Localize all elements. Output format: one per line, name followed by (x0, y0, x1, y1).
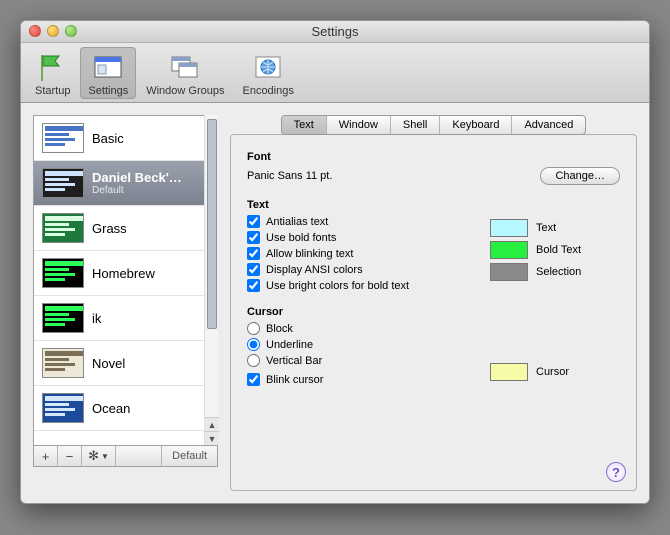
tab-keyboard[interactable]: Keyboard (440, 116, 512, 134)
window-title: Settings (312, 24, 359, 39)
profile-list[interactable]: Basic Daniel Beck'…Default Grass Homebrew ik… (33, 115, 204, 445)
toolbar-item-label: Settings (88, 85, 128, 97)
profile-subtitle: Default (92, 185, 182, 196)
radio-label: Underline (266, 339, 313, 351)
profile-actions-menu[interactable]: ✻▼ (82, 446, 116, 466)
checkbox-label: Display ANSI colors (266, 264, 363, 276)
profile-name: Basic (92, 131, 124, 146)
text-pane: Font Panic Sans 11 pt. Change… Text Anti… (230, 134, 637, 491)
bold-text-color-swatch[interactable] (490, 241, 528, 259)
use-bold-fonts-checkbox[interactable] (247, 231, 260, 244)
profile-thumbnail (42, 213, 84, 243)
cursor-underline-radio[interactable] (247, 338, 260, 351)
toolbar-settings[interactable]: Settings (80, 47, 136, 99)
swatch-label: Text (536, 222, 556, 234)
toolbar-item-label: Startup (35, 85, 70, 97)
profile-name: Grass (92, 221, 127, 236)
profile-thumbnail (42, 393, 84, 423)
profile-row[interactable]: Homebrew (34, 251, 204, 296)
text-color-swatch[interactable] (490, 219, 528, 237)
cursor-color-swatch[interactable] (490, 363, 528, 381)
close-icon[interactable] (29, 25, 41, 37)
profile-name: Ocean (92, 401, 130, 416)
cursor-vertical-bar-radio[interactable] (247, 354, 260, 367)
font-heading: Font (247, 151, 620, 163)
toolbar-startup[interactable]: Startup (27, 47, 78, 99)
radio-label: Block (266, 323, 293, 335)
settings-window: Settings Startup Settings Window Groups … (20, 20, 650, 504)
titlebar: Settings (21, 21, 649, 43)
scrollbar-thumb[interactable] (207, 119, 217, 329)
windows-icon (169, 51, 201, 83)
profile-name: ik (92, 311, 101, 326)
swatch-label: Bold Text (536, 244, 581, 256)
scroll-down-icon[interactable]: ▼ (205, 431, 219, 445)
profile-name: Novel (92, 356, 125, 371)
profile-row[interactable]: ik (34, 296, 204, 341)
add-profile-button[interactable]: + (34, 446, 58, 466)
profile-list-footer: + − ✻▼ Default (33, 445, 218, 467)
window-icon (92, 51, 124, 83)
profile-name: Homebrew (92, 266, 155, 281)
set-default-button[interactable]: Default (162, 446, 217, 466)
profile-thumbnail (42, 303, 84, 333)
antialias-text-checkbox[interactable] (247, 215, 260, 228)
settings-panel: TextWindowShellKeyboardAdvanced Font Pan… (230, 115, 637, 491)
profile-row[interactable]: Daniel Beck'…Default (34, 161, 204, 206)
chevron-down-icon: ▼ (101, 452, 109, 461)
selection-color-swatch[interactable] (490, 263, 528, 281)
profile-thumbnail (42, 168, 84, 198)
footer-spacer (116, 446, 162, 466)
checkbox-label: Use bold fonts (266, 232, 336, 244)
profile-row[interactable]: Novel (34, 341, 204, 386)
cursor-heading: Cursor (247, 306, 470, 318)
cursor-block-radio[interactable] (247, 322, 260, 335)
flag-icon (37, 51, 69, 83)
zoom-icon[interactable] (65, 25, 77, 37)
change-font-button[interactable]: Change… (540, 167, 620, 185)
tab-bar: TextWindowShellKeyboardAdvanced (230, 115, 637, 135)
body: BasicDaniel Beck'…DefaultGrassHomebrewik… (21, 103, 649, 503)
radio-label: Vertical Bar (266, 355, 322, 367)
tab-text[interactable]: Text (282, 116, 327, 134)
tab-window[interactable]: Window (327, 116, 391, 134)
toolbar: Startup Settings Window Groups Encodings (21, 43, 649, 103)
tab-shell[interactable]: Shell (391, 116, 440, 134)
font-value: Panic Sans 11 pt. (247, 170, 332, 182)
profile-row[interactable]: Basic (34, 116, 204, 161)
scroll-up-icon[interactable]: ▲ (205, 417, 219, 431)
toolbar-item-label: Window Groups (146, 85, 224, 97)
checkbox-label: Use bright colors for bold text (266, 280, 409, 292)
help-button[interactable]: ? (606, 462, 626, 482)
profile-row[interactable]: Grass (34, 206, 204, 251)
allow-blinking-text-checkbox[interactable] (247, 247, 260, 260)
blink-cursor-label: Blink cursor (266, 374, 323, 386)
text-heading: Text (247, 199, 470, 211)
globe-icon (252, 51, 284, 83)
remove-profile-button[interactable]: − (58, 446, 82, 466)
use-bright-colors-for-bold-text-checkbox[interactable] (247, 279, 260, 292)
display-ansi-colors-checkbox[interactable] (247, 263, 260, 276)
toolbar-encodings[interactable]: Encodings (234, 47, 301, 99)
profile-name: Daniel Beck'… (92, 170, 182, 185)
checkbox-label: Allow blinking text (266, 248, 353, 260)
profile-thumbnail (42, 348, 84, 378)
cursor-swatch-label: Cursor (536, 366, 569, 378)
profile-thumbnail (42, 123, 84, 153)
tab-advanced[interactable]: Advanced (512, 116, 585, 134)
scrollbar[interactable]: ▲ ▼ (204, 115, 218, 445)
swatch-label: Selection (536, 266, 581, 278)
blink-cursor-checkbox[interactable] (247, 373, 260, 386)
gear-icon: ✻ (88, 448, 99, 464)
sidebar: BasicDaniel Beck'…DefaultGrassHomebrewik… (33, 115, 218, 491)
minimize-icon[interactable] (47, 25, 59, 37)
toolbar-window-groups[interactable]: Window Groups (138, 47, 232, 99)
checkbox-label: Antialias text (266, 216, 328, 228)
toolbar-item-label: Encodings (242, 85, 293, 97)
profile-row[interactable]: Ocean (34, 386, 204, 431)
traffic-lights (29, 25, 77, 37)
profile-thumbnail (42, 258, 84, 288)
